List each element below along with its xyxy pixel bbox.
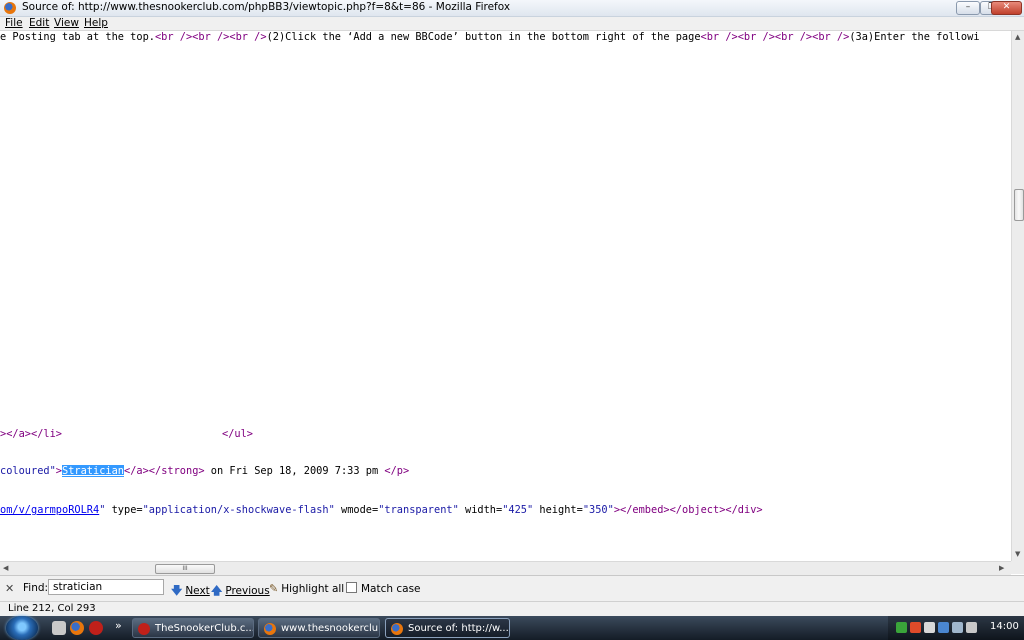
find-next-button[interactable]: 🡇 Next bbox=[171, 582, 210, 601]
source-text: on Fri Sep 18, 2009 7:33 pm bbox=[204, 465, 385, 477]
title-bar: Source of: http://www.thesnookerclub.com… bbox=[0, 0, 1024, 17]
minimize-button[interactable]: – bbox=[956, 1, 980, 15]
scrollbar-corner bbox=[1011, 561, 1024, 574]
taskbar: » TheSnookerClub.c... www.thesnookerclu.… bbox=[0, 616, 1024, 640]
source-value: "application/x-shockwave-flash" bbox=[142, 504, 335, 516]
find-label: Find: bbox=[23, 582, 49, 594]
source-text: (3a)Enter the followi bbox=[849, 31, 980, 43]
close-button[interactable]: ✕ bbox=[991, 1, 1022, 15]
source-attr: width= bbox=[458, 504, 503, 516]
source-view[interactable]: e Posting tab at the top.<br /><br /><br… bbox=[0, 31, 1011, 561]
source-line: </ul> bbox=[222, 428, 253, 440]
source-attr: type= bbox=[111, 504, 143, 516]
status-bar: Line 212, Col 293 bbox=[0, 601, 1024, 617]
menu-view[interactable]: View bbox=[54, 17, 79, 30]
menu-edit[interactable]: Edit bbox=[29, 17, 49, 30]
quicklaunch-more-icon[interactable]: » bbox=[115, 619, 122, 632]
source-tag: </ul> bbox=[222, 428, 253, 440]
firefox-icon bbox=[264, 623, 276, 635]
app-icon bbox=[138, 623, 150, 635]
source-line: e Posting tab at the top.<br /><br /><br… bbox=[0, 31, 980, 43]
source-text: e Posting tab at the top. bbox=[0, 31, 155, 43]
tray-app-icon[interactable] bbox=[896, 622, 907, 633]
taskbar-task[interactable]: www.thesnookerclu... bbox=[258, 618, 380, 638]
source-value: "425" bbox=[502, 504, 534, 516]
start-button[interactable] bbox=[6, 616, 38, 640]
horizontal-scrollbar[interactable]: ◀ III ▶ bbox=[0, 561, 1011, 575]
source-value: " bbox=[99, 504, 112, 516]
arrow-down-icon: 🡇 bbox=[171, 584, 183, 597]
taskbar-task[interactable]: TheSnookerClub.c... bbox=[132, 618, 254, 638]
source-attr: wmode= bbox=[334, 504, 379, 516]
scroll-up-icon[interactable]: ▲ bbox=[1015, 33, 1020, 41]
scroll-down-icon[interactable]: ▼ bbox=[1015, 550, 1020, 558]
source-value: "350" bbox=[582, 504, 614, 516]
task-label: www.thesnookerclu... bbox=[281, 623, 380, 634]
source-tag: ></a></li> bbox=[0, 428, 62, 440]
checkbox-icon[interactable] bbox=[346, 582, 357, 593]
quicklaunch-app-icon[interactable] bbox=[52, 621, 66, 635]
firefox-quicklaunch-icon[interactable] bbox=[70, 621, 84, 635]
vertical-scrollbar[interactable]: ▲ ▼ bbox=[1011, 31, 1024, 561]
task-label: TheSnookerClub.c... bbox=[155, 623, 254, 634]
find-input[interactable] bbox=[48, 579, 164, 595]
find-bar: ✕ Find: 🡇Next 🡅Previous ✎Highlight all M… bbox=[0, 575, 1024, 601]
arrow-up-icon: 🡅 bbox=[211, 584, 223, 597]
horizontal-scroll-thumb[interactable]: III bbox=[155, 564, 215, 574]
source-attr: height= bbox=[533, 504, 583, 516]
volume-icon[interactable] bbox=[966, 622, 977, 633]
tray-app-icon[interactable] bbox=[938, 622, 949, 633]
find-match-highlight[interactable]: Stratician bbox=[62, 465, 124, 477]
find-previous-button[interactable]: 🡅 Previous bbox=[211, 582, 270, 601]
find-previous-label: Previous bbox=[225, 585, 270, 597]
source-tag: </p> bbox=[384, 465, 410, 477]
quicklaunch-app-icon[interactable] bbox=[89, 621, 103, 635]
source-line: om/v/garmpoROLR4" type="application/x-sh… bbox=[0, 504, 763, 516]
cursor-position: Line 212, Col 293 bbox=[8, 603, 96, 614]
window-title: Source of: http://www.thesnookerclub.com… bbox=[22, 1, 511, 13]
find-next-label: Next bbox=[185, 585, 210, 597]
highlight-all-button[interactable]: ✎ Highlight all bbox=[269, 582, 344, 595]
match-case-label: Match case bbox=[361, 583, 421, 595]
source-line: ></a></li> bbox=[0, 428, 62, 440]
taskbar-task-active[interactable]: Source of: http://w... bbox=[385, 618, 510, 638]
source-value: "transparent" bbox=[378, 504, 459, 516]
source-value: coloured" bbox=[0, 465, 56, 477]
task-label: Source of: http://w... bbox=[408, 623, 509, 634]
match-case-checkbox[interactable]: Match case bbox=[346, 582, 421, 595]
highlight-all-label: Highlight all bbox=[281, 583, 345, 595]
vertical-scroll-thumb[interactable] bbox=[1014, 189, 1024, 221]
source-text: (2)Click the ‘Add a new BBCode’ button i… bbox=[266, 31, 701, 43]
clock[interactable]: 14:00 bbox=[990, 621, 1019, 632]
scroll-right-icon[interactable]: ▶ bbox=[999, 564, 1004, 572]
highlighter-icon: ✎ bbox=[269, 582, 279, 595]
source-line: coloured">Stratician</a></strong> on Fri… bbox=[0, 465, 409, 477]
source-tag: </a></strong> bbox=[124, 465, 205, 477]
tray-app-icon[interactable] bbox=[910, 622, 921, 633]
firefox-icon bbox=[4, 2, 16, 14]
menu-help[interactable]: Help bbox=[84, 17, 108, 30]
source-tag: <br /><br /><br /><br /> bbox=[700, 31, 850, 43]
close-find-bar-icon[interactable]: ✕ bbox=[5, 582, 14, 595]
tray-app-icon[interactable] bbox=[924, 622, 935, 633]
menu-bar: File Edit View Help bbox=[0, 17, 1024, 31]
scroll-left-icon[interactable]: ◀ bbox=[3, 564, 8, 572]
network-icon[interactable] bbox=[952, 622, 963, 633]
source-tag: ></embed></object></div> bbox=[613, 504, 763, 516]
source-tag: <br /><br /><br /> bbox=[154, 31, 267, 43]
firefox-icon bbox=[391, 623, 403, 635]
source-link[interactable]: om/v/garmpoROLR4 bbox=[0, 504, 99, 516]
menu-file[interactable]: File bbox=[5, 17, 23, 30]
